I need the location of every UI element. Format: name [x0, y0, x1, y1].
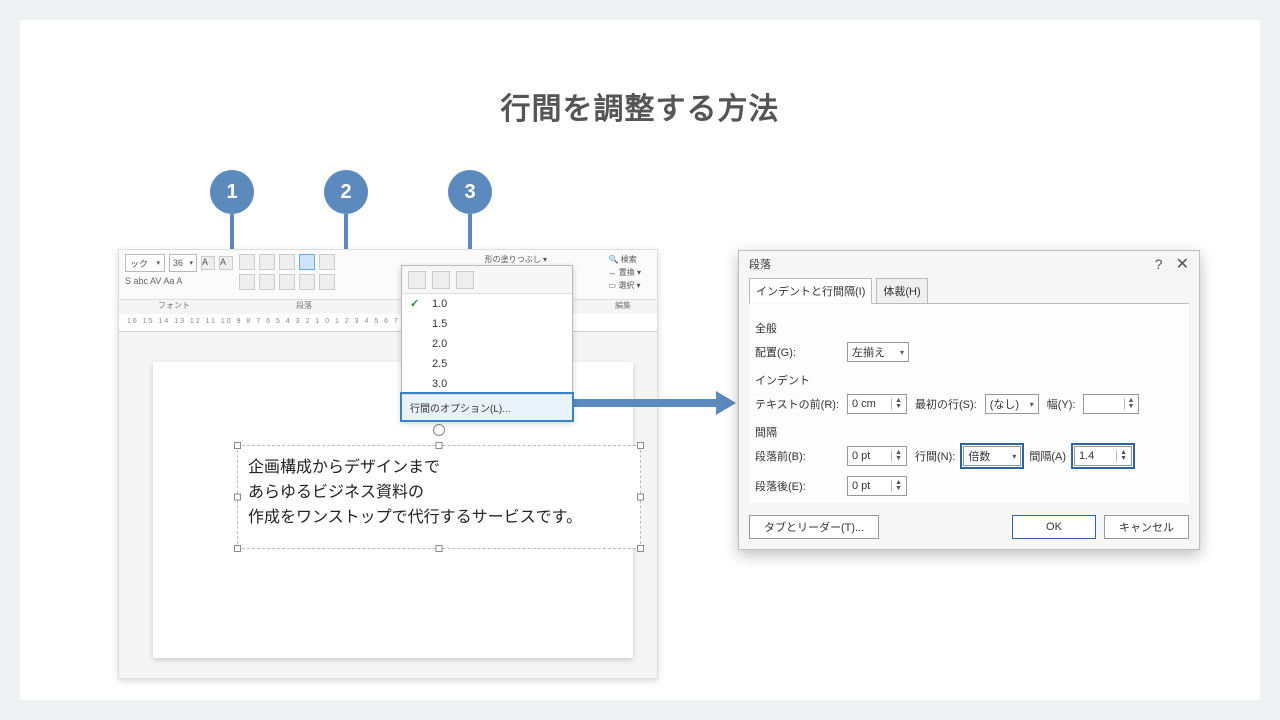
- line-spacing-1-5[interactable]: 1.5: [402, 314, 572, 334]
- section-general: 全般: [755, 320, 1183, 336]
- firstline-select[interactable]: (なし)▾: [985, 394, 1039, 414]
- resize-handle-sw[interactable]: [234, 545, 241, 552]
- text-direction-icon[interactable]: [319, 254, 335, 270]
- dialog-close-icon[interactable]: ✕: [1176, 256, 1189, 273]
- indent-before-label: テキストの前(R):: [755, 396, 839, 412]
- page-title: 行間を調整する方法: [20, 84, 1260, 128]
- textbox-line3: 作成をワンストップで代行するサービスです。: [248, 506, 630, 531]
- line-spacing-options[interactable]: 行間のオプション(L)...: [402, 394, 572, 420]
- ruler: 16 15 14 13 12 11 10 9 8 7 6 5 4 3 2 1 0…: [119, 314, 657, 332]
- font-family-select[interactable]: ック▾: [125, 254, 165, 272]
- resize-handle-s[interactable]: [436, 545, 443, 552]
- after-label: 段落後(E):: [755, 478, 839, 494]
- resize-handle-e[interactable]: [637, 494, 644, 501]
- tab-indent-spacing[interactable]: インデントと行間隔(I): [749, 278, 872, 304]
- interval-spinner[interactable]: 1.4▲▼: [1074, 446, 1132, 466]
- textbox-line1: 企画構成からデザインまで: [248, 456, 630, 481]
- shape-fill-menu[interactable]: 形の塗りつぶし ▾: [485, 254, 547, 265]
- select-menu[interactable]: ▭ 選択 ▾: [609, 280, 641, 291]
- bullets-icon[interactable]: [239, 254, 255, 270]
- textbox-line2: あらゆるビジネス資料の: [248, 481, 630, 506]
- align-right-icon[interactable]: [279, 274, 295, 290]
- rotate-handle-icon[interactable]: [433, 424, 445, 436]
- line-spacing-3-0[interactable]: 3.0: [402, 374, 572, 394]
- step-badge-1: 1: [210, 170, 254, 214]
- cancel-button[interactable]: キャンセル: [1104, 515, 1189, 539]
- resize-handle-n[interactable]: [436, 442, 443, 449]
- resize-handle-nw[interactable]: [234, 442, 241, 449]
- line-spacing-2-5[interactable]: 2.5: [402, 354, 572, 374]
- font-style-row: S abc AV Aa A: [125, 276, 182, 286]
- firstline-label: 最初の行(S):: [915, 396, 977, 412]
- line-spacing-2-0[interactable]: 2.0: [402, 334, 572, 354]
- shape-insert-small-icon: [456, 271, 474, 289]
- width-spinner[interactable]: ▲▼: [1083, 394, 1139, 414]
- section-font-label: フォント: [139, 300, 209, 314]
- tabs-leader-button[interactable]: タブとリーダー(T)...: [749, 515, 879, 539]
- font-size-select[interactable]: 36▾: [169, 254, 197, 272]
- dialog-help-icon[interactable]: ?: [1155, 256, 1163, 272]
- step-badge-2: 2: [324, 170, 368, 214]
- line-spacing-icon[interactable]: [299, 254, 315, 270]
- line-spacing-1-0[interactable]: 1.0: [402, 294, 572, 314]
- find-menu[interactable]: 🔍 検索: [609, 254, 641, 265]
- section-indent: インデント: [755, 372, 1183, 388]
- section-paragraph-label: 段落: [269, 300, 339, 314]
- numbering-icon[interactable]: [259, 254, 275, 270]
- selected-textbox[interactable]: 企画構成からデザインまで あらゆるビジネス資料の 作成をワンストップで代行するサ…: [237, 445, 641, 549]
- align-left-icon[interactable]: [239, 274, 255, 290]
- decrease-font-icon[interactable]: A: [219, 256, 233, 270]
- resize-handle-se[interactable]: [637, 545, 644, 552]
- section-edit-label: 編集: [603, 300, 643, 314]
- resize-handle-w[interactable]: [234, 494, 241, 501]
- width-label: 幅(Y):: [1047, 396, 1076, 412]
- step-badge-3: 3: [448, 170, 492, 214]
- indent-before-spinner[interactable]: 0 cm▲▼: [847, 394, 907, 414]
- before-label: 段落前(B):: [755, 448, 839, 464]
- ok-button[interactable]: OK: [1012, 515, 1096, 539]
- align-label: 配置(G):: [755, 344, 839, 360]
- align-select[interactable]: 左揃え▾: [847, 342, 909, 362]
- line-spacing-menu: 1.0 1.5 2.0 2.5 3.0 行間のオプション(L)...: [401, 265, 573, 421]
- linespacing-label: 行間(N):: [915, 448, 955, 464]
- resize-handle-ne[interactable]: [637, 442, 644, 449]
- before-spinner[interactable]: 0 pt▲▼: [847, 446, 907, 466]
- dialog-title: 段落: [749, 256, 771, 272]
- columns-icon[interactable]: [319, 274, 335, 290]
- ribbon-panel: ック▾ 36▾ A A S abc AV Aa A: [118, 249, 658, 679]
- line-spacing-icon: [408, 271, 426, 289]
- line-spacing-menu-header: [402, 266, 572, 294]
- text-direction-small-icon: [432, 271, 450, 289]
- section-spacing: 間隔: [755, 424, 1183, 440]
- after-spinner[interactable]: 0 pt▲▼: [847, 476, 907, 496]
- guide-arrow: [574, 396, 736, 410]
- indent-decrease-icon[interactable]: [279, 254, 295, 270]
- align-center-icon[interactable]: [259, 274, 275, 290]
- linespacing-select[interactable]: 倍数▾: [963, 446, 1021, 466]
- tab-layout[interactable]: 体裁(H): [876, 278, 927, 304]
- interval-label: 間隔(A): [1029, 448, 1066, 464]
- replace-menu[interactable]: ↔ 置換 ▾: [609, 267, 641, 278]
- paragraph-dialog: 段落 ? ✕ インデントと行間隔(I) 体裁(H) 全般 配置(G): 左揃え▾…: [738, 250, 1200, 550]
- tutorial-card: 行間を調整する方法 1 2 3 ック▾ 36▾ A A S abc AV Aa …: [20, 20, 1260, 700]
- align-justify-icon[interactable]: [299, 274, 315, 290]
- increase-font-icon[interactable]: A: [201, 256, 215, 270]
- ribbon-toolbar: ック▾ 36▾ A A S abc AV Aa A: [119, 250, 657, 300]
